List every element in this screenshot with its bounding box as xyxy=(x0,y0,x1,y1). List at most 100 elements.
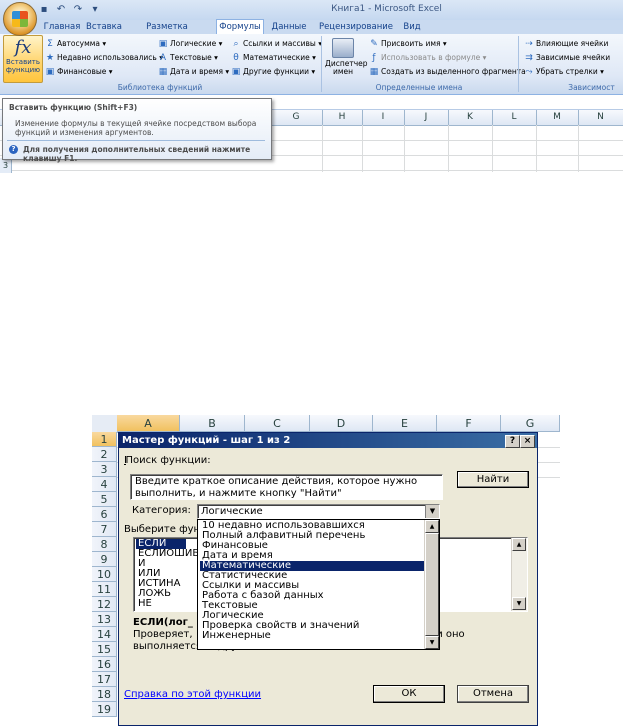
row-header[interactable]: 12 xyxy=(92,597,117,612)
use-in-formula-button[interactable]: ƒ Использовать в формуле ▾ xyxy=(369,52,486,64)
datetime-functions-button[interactable]: ▦ Дата и время ▾ xyxy=(158,66,229,78)
row-header[interactable]: 14 xyxy=(92,627,117,642)
category-select[interactable]: Логические ▼ xyxy=(197,504,440,519)
trace-precedents-button[interactable]: ⇢ Влияющие ячейки xyxy=(524,38,608,50)
row-header[interactable]: 2 xyxy=(92,447,117,462)
column-header[interactable]: L xyxy=(492,110,537,125)
list-item[interactable]: ЕСЛИОШИБ xyxy=(136,549,199,559)
row-header[interactable]: 1 xyxy=(92,432,117,447)
define-name-button[interactable]: ✎ Присвоить имя ▾ xyxy=(369,38,446,50)
function-wizard-screenshot: A B C D E F G 1 2 3 4 5 6 7 8 9 10 11 12… xyxy=(92,415,560,727)
dropdown-scrollbar[interactable]: ▲ ▼ xyxy=(424,520,439,649)
row-header[interactable]: 3 xyxy=(0,158,12,173)
column-header[interactable]: H xyxy=(322,110,363,125)
scroll-up-icon[interactable]: ▲ xyxy=(512,538,526,551)
recent-functions-button[interactable]: ★ Недавно использовались ▾ xyxy=(45,52,163,64)
tab-page-layout[interactable]: Разметка страницы xyxy=(128,20,206,46)
tab-formulas[interactable]: Формулы xyxy=(216,19,264,35)
book-icon: ▣ xyxy=(158,39,168,49)
select-all-corner[interactable] xyxy=(92,415,118,433)
close-button[interactable]: × xyxy=(520,435,535,448)
lookup-functions-button[interactable]: ⌕ Ссылки и массивы ▾ xyxy=(231,38,322,50)
column-header[interactable]: F xyxy=(437,415,501,432)
row-header[interactable]: 6 xyxy=(92,507,117,522)
row-header[interactable]: 4 xyxy=(92,477,117,492)
trace-dependents-button[interactable]: ⇉ Зависимые ячейки xyxy=(524,52,610,64)
row-header[interactable]: 11 xyxy=(92,582,117,597)
column-header[interactable]: B xyxy=(180,415,245,432)
math-functions-button[interactable]: θ Математические ▾ xyxy=(231,52,316,64)
office-logo-icon xyxy=(12,11,28,27)
row-header[interactable]: 15 xyxy=(92,642,117,657)
help-button[interactable]: ? xyxy=(505,435,520,448)
remove-arrows-button[interactable]: ⤳ Убрать стрелки ▾ xyxy=(524,66,604,78)
tab-view[interactable]: Вид xyxy=(396,20,428,34)
scroll-thumb[interactable] xyxy=(425,533,439,636)
fx-icon: fx xyxy=(14,37,32,58)
row-header[interactable]: 16 xyxy=(92,657,117,672)
name-manager-icon xyxy=(332,38,354,58)
function-list-scrollbar[interactable]: ▲ ▼ xyxy=(511,538,527,611)
tab-data[interactable]: Данные xyxy=(268,20,310,34)
column-header[interactable]: I xyxy=(362,110,405,125)
row-header[interactable]: 13 xyxy=(92,612,117,627)
magnifier-icon: ⌕ xyxy=(233,39,239,49)
scroll-down-icon[interactable]: ▼ xyxy=(512,597,526,610)
column-header[interactable]: M xyxy=(536,110,579,125)
row-header[interactable]: 9 xyxy=(92,552,117,567)
choose-function-label: Выберите фун xyxy=(124,524,201,535)
arrow-icon: ⇉ xyxy=(525,53,533,63)
logical-functions-button[interactable]: ▣ Логические ▾ xyxy=(158,38,223,50)
scroll-up-icon[interactable]: ▲ xyxy=(425,520,439,533)
column-header[interactable]: N xyxy=(578,110,623,125)
column-header[interactable]: A xyxy=(117,415,180,432)
column-header[interactable]: C xyxy=(245,415,310,432)
create-from-selection-button[interactable]: ▦ Создать из выделенного фрагмента xyxy=(369,66,526,78)
dropdown-item[interactable]: Инженерные xyxy=(200,631,428,641)
find-button[interactable]: Найти xyxy=(457,471,529,488)
title-bar: ▪ ↶ ↷ ▾ Книга1 - Microsoft Excel xyxy=(0,0,623,20)
column-header[interactable]: D xyxy=(310,415,373,432)
text-functions-button[interactable]: A Текстовые ▾ xyxy=(158,52,218,64)
window-title: Книга1 - Microsoft Excel xyxy=(331,4,442,14)
row-header[interactable]: 10 xyxy=(92,567,117,582)
row-header[interactable]: 3 xyxy=(92,462,117,477)
list-item[interactable]: НЕ xyxy=(136,599,152,609)
row-header[interactable]: 5 xyxy=(92,492,117,507)
search-input[interactable]: Введите краткое описание действия, котор… xyxy=(130,474,443,500)
insert-function-button[interactable]: fx Вставить функцию xyxy=(3,35,43,83)
chevron-down-icon[interactable]: ▼ xyxy=(425,505,439,518)
tab-review[interactable]: Рецензирование xyxy=(318,20,394,34)
category-label: Категория: xyxy=(132,505,191,516)
tab-insert[interactable]: Вставка xyxy=(86,20,122,34)
tooltip-description: Изменение формулы в текущей ячейке посре… xyxy=(15,119,257,137)
column-header[interactable]: K xyxy=(448,110,493,125)
fx-small-icon: ƒ xyxy=(372,53,376,63)
group-label-defined-names: Определенные имена xyxy=(375,83,463,92)
function-help-link[interactable]: Справка по этой функции xyxy=(124,689,261,700)
cancel-button[interactable]: Отмена xyxy=(457,685,529,703)
row-header[interactable]: 18 xyxy=(92,687,117,702)
scroll-down-icon[interactable]: ▼ xyxy=(425,636,439,649)
row-header[interactable]: 19 xyxy=(92,702,117,717)
office-button[interactable] xyxy=(3,2,37,36)
tooltip-help-text: Для получения дополнительных сведений на… xyxy=(23,145,251,163)
group-label-formula-auditing: Зависимост xyxy=(568,83,615,92)
text-a-icon: A xyxy=(159,53,167,63)
category-dropdown-list[interactable]: 10 недавно использовавшихся Полный алфав… xyxy=(197,519,440,650)
column-header[interactable]: G xyxy=(501,415,560,432)
name-manager-button[interactable]: Диспетчер имен xyxy=(325,38,368,82)
star-icon: ★ xyxy=(45,53,55,63)
row-header[interactable]: 8 xyxy=(92,537,117,552)
row-header[interactable]: 17 xyxy=(92,672,117,687)
ok-button[interactable]: ОК xyxy=(373,685,445,703)
row-header[interactable]: 7 xyxy=(92,522,117,537)
financial-functions-button[interactable]: ▣ Финансовые ▾ xyxy=(45,66,113,78)
column-header[interactable]: J xyxy=(404,110,449,125)
ribbon-tabs: Главная Вставка Разметка страницы Формул… xyxy=(0,19,623,46)
more-functions-button[interactable]: ▣ Другие функции ▾ xyxy=(231,66,315,78)
column-header[interactable]: E xyxy=(373,415,437,432)
column-header[interactable]: G xyxy=(270,110,323,125)
tab-home[interactable]: Главная xyxy=(40,20,84,34)
autosum-button[interactable]: Σ Автосумма ▾ xyxy=(45,38,106,50)
